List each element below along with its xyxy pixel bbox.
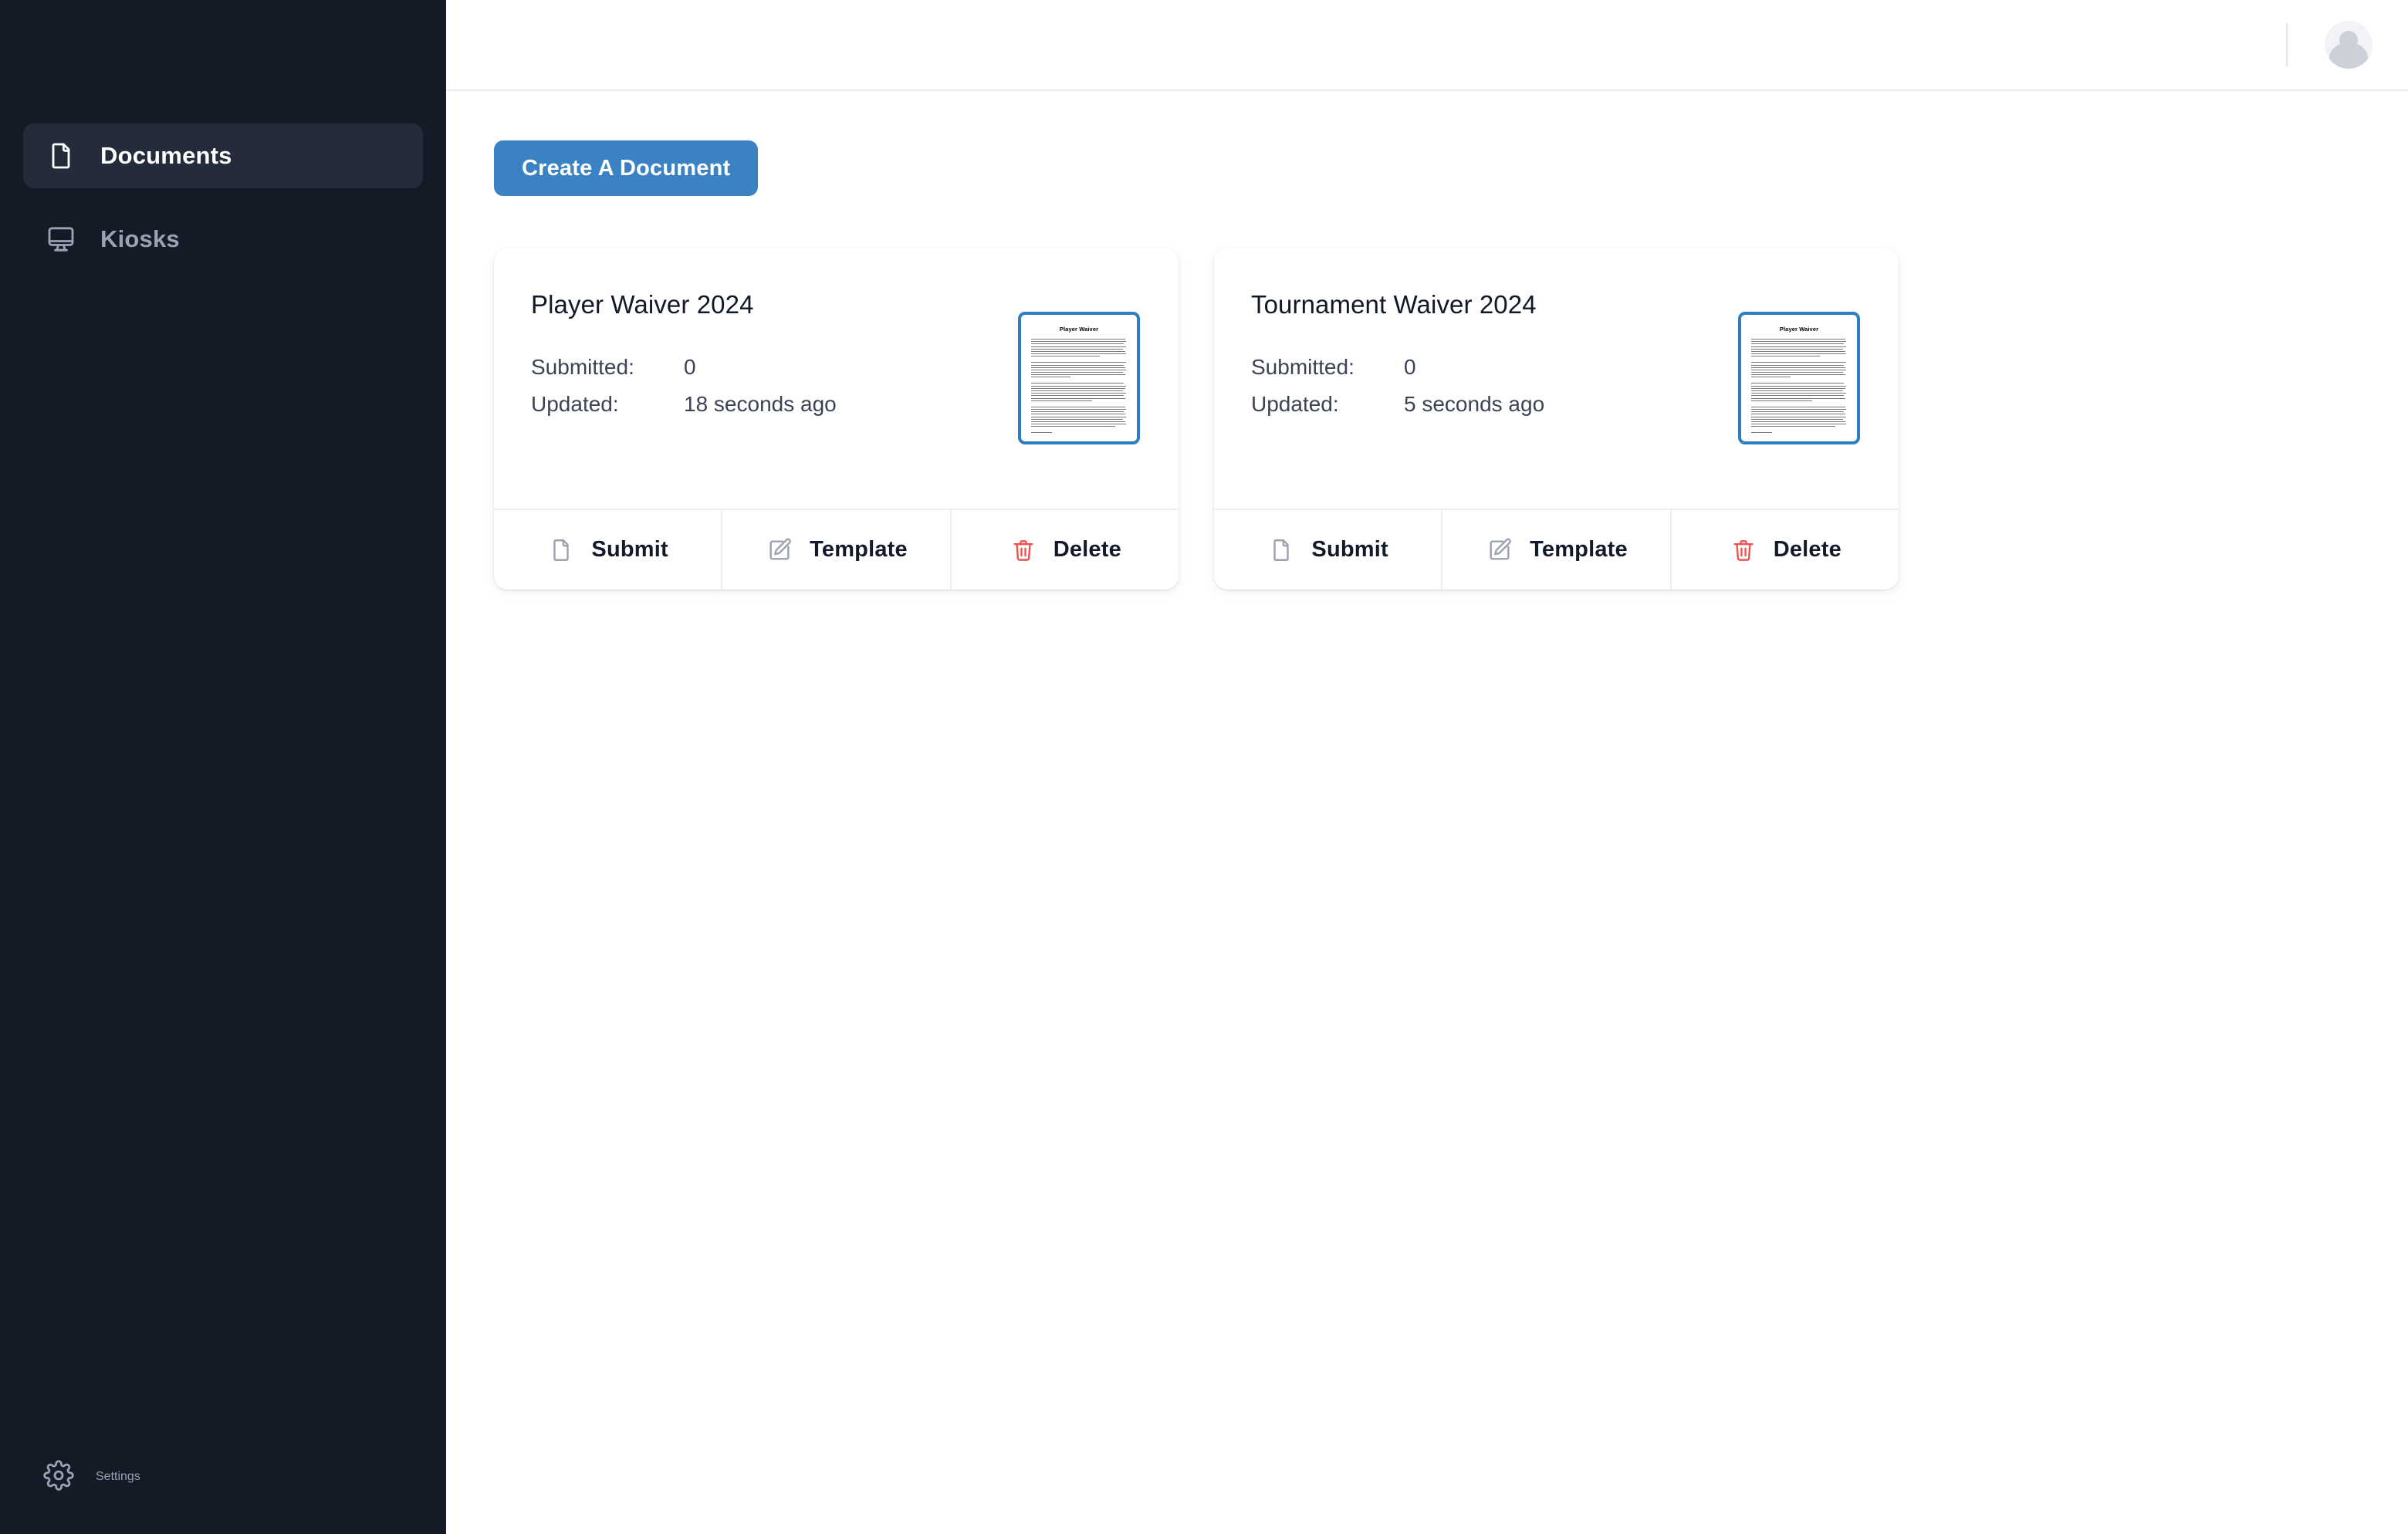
- create-a-document-button[interactable]: Create A Document: [494, 140, 759, 196]
- sidebar-item-documents[interactable]: Documents: [23, 123, 423, 188]
- delete-label: Delete: [1773, 537, 1842, 562]
- top-bar: [446, 0, 2408, 91]
- thumbnail-paragraph: [1031, 339, 1127, 357]
- documents-grid: Player Waiver 2024 Submitted: 0 Updated:…: [494, 248, 2408, 590]
- template-button[interactable]: Template: [722, 510, 952, 590]
- submitted-value: 0: [684, 355, 696, 379]
- submitted-value: 0: [1404, 355, 1416, 379]
- sidebar-nav: Documents Kiosks: [0, 123, 446, 272]
- sidebar-item-label: Settings: [96, 1470, 140, 1483]
- thumbnail-paragraph: [1751, 362, 1847, 378]
- sidebar-item-label: Kiosks: [100, 225, 180, 252]
- delete-label: Delete: [1053, 537, 1121, 562]
- document-thumbnail[interactable]: Player Waiver: [1018, 312, 1140, 444]
- submitted-label: Submitted:: [1251, 355, 1354, 379]
- thumbnail-footer-line: [1751, 432, 1773, 434]
- document-icon: [546, 536, 576, 565]
- thumbnail-paragraph: [1031, 383, 1127, 401]
- template-label: Template: [1530, 537, 1628, 562]
- delete-button[interactable]: Delete: [1672, 510, 1899, 590]
- submit-button[interactable]: Submit: [1214, 510, 1443, 590]
- avatar[interactable]: [2325, 21, 2372, 69]
- template-button[interactable]: Template: [1442, 510, 1672, 590]
- edit-pencil-icon: [765, 536, 794, 565]
- topbar-divider: [2286, 23, 2288, 66]
- trash-icon: [1009, 536, 1038, 565]
- sidebar-item-kiosks[interactable]: Kiosks: [23, 207, 423, 272]
- avatar-body: [2329, 42, 2368, 69]
- thumbnail-paragraph: [1751, 383, 1847, 401]
- document-card-body: Tournament Waiver 2024 Submitted: 0 Upda…: [1214, 248, 1899, 509]
- document-icon: [1267, 536, 1296, 565]
- thumbnail-title: Player Waiver: [1779, 326, 1819, 333]
- edit-pencil-icon: [1485, 536, 1514, 565]
- submit-button[interactable]: Submit: [494, 510, 723, 590]
- document-card: Player Waiver 2024 Submitted: 0 Updated:…: [494, 248, 1179, 590]
- trash-icon: [1729, 536, 1758, 565]
- submitted-label: Submitted:: [531, 355, 634, 379]
- document-card-footer: Submit Template Delete: [494, 509, 1179, 590]
- updated-value: 18 seconds ago: [684, 392, 837, 416]
- thumbnail-title: Player Waiver: [1059, 326, 1099, 333]
- document-card-footer: Submit Template Delete: [1214, 509, 1899, 590]
- updated-value: 5 seconds ago: [1404, 392, 1545, 416]
- thumbnail-paragraph: [1751, 339, 1847, 357]
- content-area: Create A Document Player Waiver 2024 Sub…: [446, 91, 2408, 1534]
- submit-label: Submit: [591, 537, 668, 562]
- updated-label: Updated:: [531, 392, 619, 416]
- delete-button[interactable]: Delete: [952, 510, 1179, 590]
- thumbnail-paragraph: [1031, 362, 1127, 378]
- template-label: Template: [810, 537, 908, 562]
- sidebar: Documents Kiosks Settings: [0, 0, 446, 1534]
- thumbnail-footer-line: [1031, 432, 1053, 434]
- monitor-icon: [43, 221, 79, 257]
- sidebar-item-settings[interactable]: Settings: [23, 1444, 161, 1509]
- submit-label: Submit: [1311, 537, 1388, 562]
- document-card: Tournament Waiver 2024 Submitted: 0 Upda…: [1214, 248, 1899, 590]
- document-thumbnail[interactable]: Player Waiver: [1738, 312, 1860, 444]
- gear-icon: [43, 1459, 74, 1495]
- thumbnail-paragraph: [1751, 406, 1847, 427]
- document-icon: [43, 138, 79, 174]
- thumbnail-paragraph: [1031, 406, 1127, 427]
- sidebar-item-label: Documents: [100, 142, 232, 169]
- updated-label: Updated:: [1251, 392, 1339, 416]
- document-card-body: Player Waiver 2024 Submitted: 0 Updated:…: [494, 248, 1179, 509]
- main-area: Create A Document Player Waiver 2024 Sub…: [446, 0, 2408, 1534]
